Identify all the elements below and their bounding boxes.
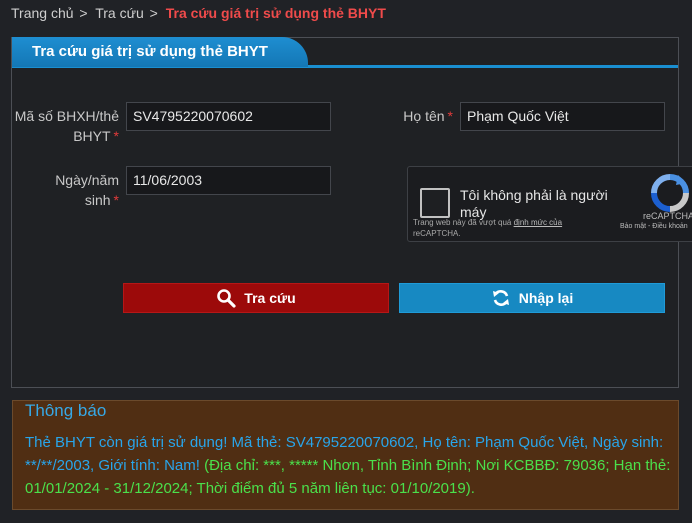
recaptcha-checkbox[interactable] [420,188,450,218]
breadcrumb-current: Tra cứu giá trị sử dụng thẻ BHYT [165,5,386,21]
code-input[interactable]: SV4795220070602 [126,102,331,131]
dob-label-line2: sinh [84,192,111,208]
recaptcha-quota-note: Trang web này đã vượt quá định mức của r… [413,217,562,239]
recaptcha-label: Tôi không phải là người máy [460,187,608,220]
note-prefix: Trang web này đã vượt quá [413,218,512,227]
code-label: Mã số BHXH/thẻ BHYT * [11,106,119,146]
notice-title: Thông báo [25,401,107,420]
dob-input[interactable]: 11/06/2003 [126,166,331,195]
notice-message: Thẻ BHYT còn giá trị sử dụng! Mã thẻ: SV… [25,431,677,500]
name-label: Họ tên * [390,106,453,126]
required-mark: * [113,128,119,144]
reset-button-label: Nhập lại [518,290,574,306]
notice-box: Thông báo Thẻ BHYT còn giá trị sử dụng! … [12,400,679,510]
breadcrumb-separator: > [79,5,88,21]
required-mark: * [447,108,453,124]
recaptcha-links[interactable]: Bảo mật - Điều khoản [620,223,688,230]
search-button-label: Tra cứu [244,290,296,306]
note-suffix: reCAPTCHA. [413,229,461,238]
recaptcha-widget: Tôi không phải là người máy reCAPTCHA Bả… [407,166,692,242]
dob-label: Ngày/năm sinh * [11,170,119,210]
code-label-line1: Mã số BHXH/thẻ [14,108,119,124]
magnifier-icon [217,289,236,308]
refresh-icon [492,290,509,306]
recaptcha-logo-icon [651,174,689,212]
required-mark: * [113,192,119,208]
dob-label-line1: Ngày/năm [55,172,119,188]
note-link[interactable]: định mức của [514,218,563,227]
search-button[interactable]: Tra cứu [123,283,389,313]
breadcrumb: Trang chủ > Tra cứu > Tra cứu giá trị sử… [11,5,386,21]
reset-button[interactable]: Nhập lại [399,283,665,313]
name-input[interactable]: Phạm Quốc Việt [460,102,665,131]
breadcrumb-home[interactable]: Trang chủ [11,5,74,21]
breadcrumb-lookup[interactable]: Tra cứu [95,5,144,21]
panel-title: Tra cứu giá trị sử dụng thẻ BHYT [12,37,308,67]
code-label-line2: BHYT [73,128,111,144]
recaptcha-brand: reCAPTCHA [643,211,692,221]
name-label-text: Họ tên [403,108,445,124]
breadcrumb-separator: > [149,5,158,21]
